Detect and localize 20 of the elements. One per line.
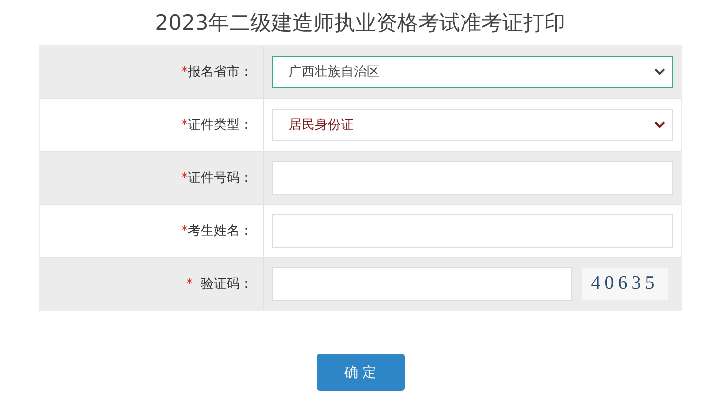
chevron-down-icon	[654, 121, 666, 129]
required-mark: *	[182, 118, 188, 132]
required-mark: *	[182, 64, 188, 80]
input-field[interactable]	[272, 214, 673, 248]
field-label: 考生姓名：	[188, 223, 253, 240]
page-title: 2023年二级建造师执业资格考试准考证打印	[155, 10, 566, 37]
required-mark: *	[182, 224, 188, 238]
required-mark: *	[182, 170, 188, 186]
captcha-image[interactable]: 40635	[582, 268, 668, 300]
field-label: 报名省市：	[188, 64, 253, 81]
select-field[interactable]: 广西壮族自治区	[272, 56, 673, 88]
chevron-down-icon	[654, 68, 666, 76]
required-mark: *	[186, 276, 193, 292]
select-field[interactable]: 居民身份证	[272, 109, 673, 141]
field-label: 验证码：	[201, 276, 253, 293]
input-field[interactable]	[272, 267, 572, 301]
field-label: 证件号码：	[188, 170, 253, 187]
confirm-button[interactable]: 确 定	[316, 354, 404, 391]
field-label: 证件类型：	[188, 117, 253, 134]
input-field[interactable]	[272, 161, 673, 195]
